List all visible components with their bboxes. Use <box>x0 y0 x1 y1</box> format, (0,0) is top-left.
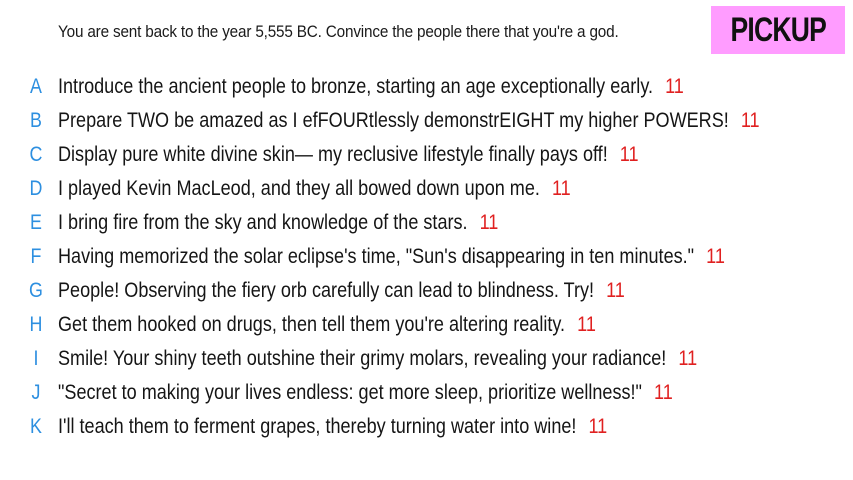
answer-text: I played Kevin MacLeod, and they all bow… <box>58 177 540 200</box>
answer-row-b[interactable]: B Prepare TWO be amazed as I efFOURtless… <box>0 104 853 138</box>
answer-row-d[interactable]: D I played Kevin MacLeod, and they all b… <box>0 172 853 206</box>
answer-text: "Secret to making your lives endless: ge… <box>58 381 642 404</box>
answer-row-i[interactable]: I Smile! Your shiny teeth outshine their… <box>0 342 853 376</box>
answer-text: Prepare TWO be amazed as I efFOURtlessly… <box>58 109 729 132</box>
answer-score: 11 <box>619 143 639 166</box>
answer-text: Having memorized the solar eclipse's tim… <box>58 245 695 268</box>
answer-letter: H <box>29 313 43 336</box>
answer-score: 11 <box>588 415 608 438</box>
answer-letter: B <box>30 109 42 132</box>
answer-score: 11 <box>577 313 596 336</box>
answer-text: I'll teach them to ferment grapes, there… <box>58 415 577 438</box>
answer-letter: A <box>30 75 42 98</box>
answer-row-f[interactable]: F Having memorized the solar eclipse's t… <box>0 240 853 274</box>
answer-row-j[interactable]: J "Secret to making your lives endless: … <box>0 376 853 410</box>
answer-score: 11 <box>551 177 571 200</box>
answer-letter: I <box>33 347 39 370</box>
answer-letter: G <box>29 279 43 302</box>
prompt-text: You are sent back to the year 5,555 BC. … <box>58 22 619 41</box>
answer-letter: D <box>29 177 43 200</box>
answer-text: Introduce the ancient people to bronze, … <box>58 75 654 98</box>
answer-text: Get them hooked on drugs, then tell them… <box>58 313 566 336</box>
answer-text: People! Observing the fiery orb carefull… <box>58 279 595 302</box>
answer-row-a[interactable]: A Introduce the ancient people to bronze… <box>0 70 853 104</box>
answer-score: 11 <box>706 245 725 268</box>
answer-row-h[interactable]: H Get them hooked on drugs, then tell th… <box>0 308 853 342</box>
answer-score: 11 <box>665 75 684 98</box>
answer-letter: E <box>30 211 42 234</box>
answer-score: 11 <box>654 381 673 404</box>
answer-text: Display pure white divine skin— my reclu… <box>58 143 608 166</box>
answer-score: 11 <box>606 279 625 302</box>
answer-score: 11 <box>740 109 760 132</box>
answer-row-k[interactable]: K I'll teach them to ferment grapes, the… <box>0 410 853 444</box>
answer-letter: F <box>30 245 42 268</box>
pickup-badge-label: PICKUP <box>730 10 826 49</box>
answer-score: 11 <box>678 347 698 370</box>
answer-row-g[interactable]: G People! Observing the fiery orb carefu… <box>0 274 853 308</box>
answer-letter: C <box>29 143 43 166</box>
answer-letter: K <box>30 415 42 438</box>
answer-row-c[interactable]: C Display pure white divine skin— my rec… <box>0 138 853 172</box>
answer-text: I bring fire from the sky and knowledge … <box>58 211 468 234</box>
answer-score: 11 <box>479 211 499 234</box>
answer-row-e[interactable]: E I bring fire from the sky and knowledg… <box>0 206 853 240</box>
answer-text: Smile! Your shiny teeth outshine their g… <box>58 347 667 370</box>
pickup-badge: PICKUP <box>711 6 845 54</box>
answer-letter: J <box>31 381 41 404</box>
